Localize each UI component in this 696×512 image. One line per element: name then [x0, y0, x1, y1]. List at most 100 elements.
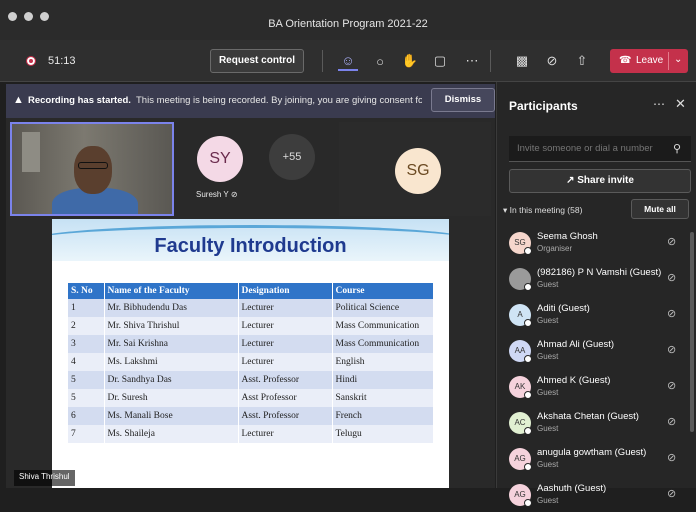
table-cell: Mr. Bibhudendu Das	[104, 299, 239, 317]
chat-icon[interactable]: ○	[370, 51, 390, 71]
presenter-name-label: Shiva Thrishul	[14, 470, 75, 486]
table-cell: Asst. Professor	[238, 407, 333, 425]
participant-role: Guest	[537, 496, 559, 505]
participant-row[interactable]: A Aditi (Guest) Guest ⊘	[497, 296, 696, 332]
mic-off-icon[interactable]: ⊘	[667, 415, 676, 428]
raise-hand-icon[interactable]: ✋	[400, 51, 420, 71]
participant-role: Guest	[537, 352, 559, 361]
camera-off-icon[interactable]: ▩	[512, 51, 532, 71]
participant-name: Seema Ghosh	[537, 231, 598, 242]
table-cell: 7	[68, 425, 105, 443]
share-screen-icon[interactable]: ⇧	[572, 51, 592, 71]
table-cell: 3	[68, 335, 105, 353]
participant-row[interactable]: AG anugula gowtham (Guest) Guest ⊘	[497, 440, 696, 476]
presence-indicator	[524, 463, 532, 471]
mic-off-icon[interactable]: ⊘	[667, 379, 676, 392]
mic-off-icon[interactable]: ⊘	[542, 51, 562, 71]
mic-off-icon[interactable]: ⊘	[667, 343, 676, 356]
toolbar-divider	[322, 50, 323, 72]
rooms-icon[interactable]: ▢	[430, 51, 450, 71]
table-row: 2 Mr. Shiva Thrishul Lecturer Mass Communic…	[68, 317, 434, 335]
participant-row[interactable]: AG Aashuth (Guest) Guest ⊘	[497, 476, 696, 512]
mic-off-icon[interactable]: ⊘	[667, 271, 676, 284]
presence-indicator	[524, 499, 532, 507]
table-cell: 2	[68, 317, 105, 335]
share-icon: ↗	[566, 175, 578, 186]
leave-button[interactable]: ☎ Leave ⌄	[610, 49, 688, 73]
warning-icon: ▲	[13, 94, 24, 106]
faculty-table: S. No Name of the Faculty Designation Co…	[68, 283, 434, 443]
participant-role: Guest	[537, 388, 559, 397]
chevron-down-icon[interactable]: ⌄	[674, 54, 682, 65]
close-icon[interactable]: ✕	[675, 96, 686, 112]
table-cell: Asst. Professor	[238, 371, 333, 389]
table-row: 5 Dr. Suresh Asst Professor Sanskrit	[68, 389, 434, 407]
shared-screen-slide: Faculty Introduction S. No Name of the F…	[52, 219, 449, 488]
table-cell: Mr. Shiva Thrishul	[104, 317, 239, 335]
table-cell: English	[332, 353, 434, 371]
table-cell: Lecturer	[238, 317, 333, 335]
participant-role: Guest	[537, 460, 559, 469]
meeting-timer: 51:13	[48, 55, 76, 67]
dismiss-button[interactable]: Dismiss	[431, 88, 495, 112]
mic-off-icon[interactable]: ⊘	[667, 235, 676, 248]
presence-indicator	[524, 427, 532, 435]
participant-role: Guest	[537, 424, 559, 433]
participant-avatar[interactable]: SG	[395, 148, 441, 194]
participant-role: Organiser	[537, 244, 573, 253]
participant-row[interactable]: (982186) P N Vamshi (Guest) Guest ⊘	[497, 260, 696, 296]
window-titlebar: BA Orientation Program 2021-22	[0, 0, 696, 40]
mic-off-icon[interactable]: ⊘	[667, 487, 676, 500]
more-actions-icon[interactable]: ⋯	[462, 51, 482, 71]
table-cell: 1	[68, 299, 105, 317]
share-invite-button[interactable]: ↗ Share invite	[509, 169, 691, 193]
participant-avatar[interactable]: SY	[197, 136, 243, 182]
table-cell: Telugu	[332, 425, 434, 443]
video-person-head	[74, 146, 112, 194]
request-control-button[interactable]: Request control	[210, 49, 304, 73]
banner-message: This meeting is being recorded. By joini…	[136, 95, 422, 106]
column-header: Name of the Faculty	[104, 283, 239, 299]
participant-role: Guest	[537, 316, 559, 325]
mute-all-button[interactable]: Mute all	[631, 199, 689, 219]
meeting-toolbar: 51:13 Request control ☺ ○ ✋ ▢ ⋯ ▩ ⊘ ⇧ ☎ …	[0, 40, 696, 82]
table-cell: Lecturer	[238, 353, 333, 371]
banner-title: Recording has started.	[28, 95, 131, 106]
panel-scrollbar[interactable]	[690, 232, 694, 432]
slide-title: Faculty Introduction	[154, 235, 347, 257]
search-icon[interactable]: ⚲	[673, 142, 681, 155]
invite-input[interactable]	[509, 136, 669, 161]
participant-name: (982186) P N Vamshi (Guest)	[537, 267, 662, 278]
presence-indicator	[524, 247, 532, 255]
chevron-down-icon: ▾	[503, 205, 510, 215]
table-cell: Mass Communication	[332, 335, 434, 353]
table-cell: Dr. Sandhya Das	[104, 371, 239, 389]
presence-indicator	[524, 355, 532, 363]
participant-name: anugula gowtham (Guest)	[537, 447, 647, 458]
table-cell: Hindi	[332, 371, 434, 389]
phone-icon: ☎	[619, 55, 632, 66]
leave-divider	[668, 52, 669, 70]
table-row: 5 Dr. Sandhya Das Asst. Professor Hindi	[68, 371, 434, 389]
presenter-video-tile[interactable]	[10, 122, 174, 216]
more-options-icon[interactable]: ⋯	[653, 97, 665, 111]
in-meeting-section-toggle[interactable]: ▾ In this meeting (58)	[503, 205, 582, 216]
participants-icon[interactable]: ☺	[338, 51, 358, 71]
participant-row[interactable]: AA Ahmad Ali (Guest) Guest ⊘	[497, 332, 696, 368]
participant-row[interactable]: AC Akshata Chetan (Guest) Guest ⊘	[497, 404, 696, 440]
mic-off-icon[interactable]: ⊘	[667, 307, 676, 320]
table-cell: French	[332, 407, 434, 425]
participant-row[interactable]: AK Ahmed K (Guest) Guest ⊘	[497, 368, 696, 404]
participant-name: Aashuth (Guest)	[537, 483, 607, 494]
video-person-glasses	[78, 162, 108, 169]
participant-tile-label: Suresh Y ⊘	[196, 190, 238, 199]
table-cell: Political Science	[332, 299, 434, 317]
invite-field[interactable]: ⚲	[509, 136, 691, 162]
mic-off-icon[interactable]: ⊘	[667, 451, 676, 464]
window-title: BA Orientation Program 2021-22	[268, 18, 428, 30]
overflow-participants-count[interactable]: +55	[269, 134, 315, 180]
in-meeting-count: In this meeting (58)	[509, 205, 583, 215]
participant-row[interactable]: SG Seema Ghosh Organiser ⊘	[497, 224, 696, 260]
table-cell: Dr. Suresh	[104, 389, 239, 407]
table-cell: Lecturer	[238, 425, 333, 443]
